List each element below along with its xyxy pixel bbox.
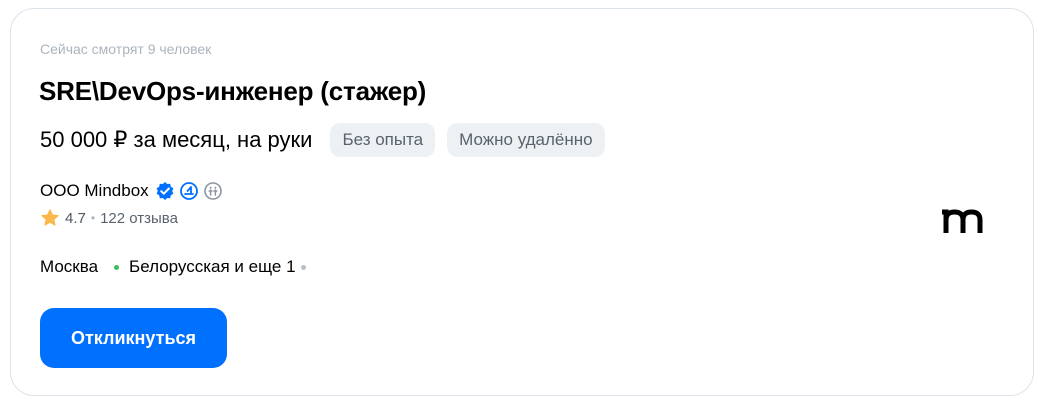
remote-tag: Можно удалённо [447, 123, 605, 157]
metro-station: Белорусская и еще 1 [129, 257, 296, 276]
separator-dot: • [90, 211, 96, 225]
reviews-count[interactable]: 122 отзыва [100, 210, 178, 227]
star-icon [40, 208, 60, 228]
salary: 50 000 ₽ за месяц, на руки [40, 127, 313, 152]
metro-line-icon [114, 264, 120, 270]
mindbox-logo[interactable] [939, 199, 993, 239]
viewers-count: Сейчас смотрят 9 человек [40, 41, 212, 57]
apply-button[interactable]: Откликнуться [40, 308, 227, 368]
salary-row: 50 000 ₽ за месяц, на руки Без опыта Мож… [40, 123, 605, 157]
more-stations-icon [300, 264, 306, 270]
company-name[interactable]: ООО Mindbox [40, 181, 149, 201]
location-row: Москва Белорусская и еще 1 [40, 256, 306, 278]
vacancy-title[interactable]: SRE\DevOps-инженер (стажер) [39, 76, 426, 107]
employer-info-icon[interactable] [203, 181, 223, 201]
it-accreditation-icon[interactable] [179, 181, 199, 201]
city: Москва [40, 257, 99, 276]
company-row: ООО Mindbox [40, 179, 223, 203]
verified-icon[interactable] [155, 181, 175, 201]
vacancy-card[interactable]: Сейчас смотрят 9 человек SRE\DevOps-инже… [10, 8, 1034, 396]
experience-tag: Без опыта [330, 123, 436, 157]
rating-value: 4.7 [65, 209, 86, 227]
rating-row[interactable]: 4.7 • 122 отзыва [40, 208, 178, 228]
